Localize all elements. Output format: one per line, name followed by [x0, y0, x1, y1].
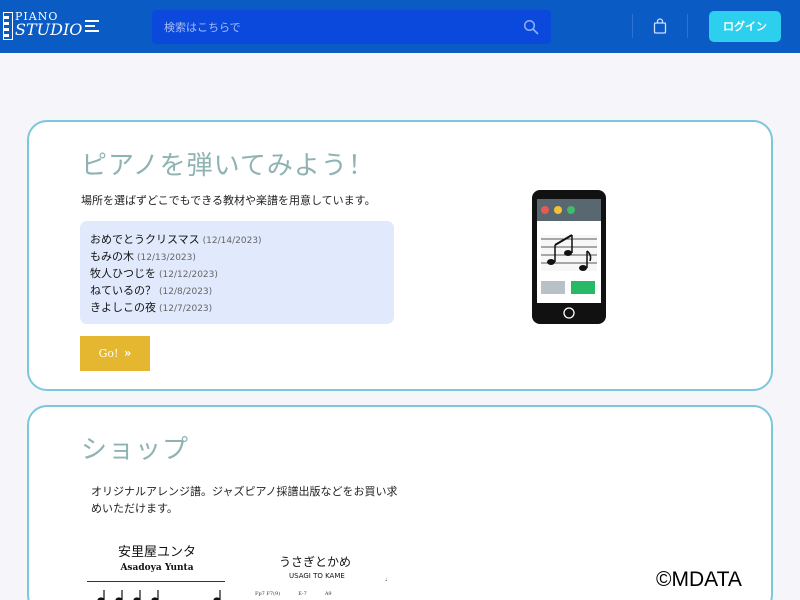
- chord-symbol: Fp7 F7(9): [255, 591, 281, 597]
- hero-description: 場所を選ばずどこでもできる教材や楽譜を用意しています。: [81, 194, 376, 207]
- double-chevron-right-icon: »: [123, 346, 132, 360]
- header-divider: [687, 14, 688, 38]
- search-icon[interactable]: [523, 19, 539, 35]
- shopping-bag-icon[interactable]: [653, 18, 667, 34]
- hero-card: ピアノを弾いてみよう！ 場所を選ばずどこでもできる教材や楽譜を用意しています。 …: [27, 120, 773, 391]
- copyright-watermark: ©MDATA: [656, 568, 742, 591]
- chord-symbol: A9: [324, 591, 332, 597]
- top-navbar: PIANO STUDIO ログイン: [0, 0, 800, 53]
- chord-symbol: E-7: [298, 591, 307, 597]
- song-date: (12/13/2023): [137, 253, 196, 263]
- sheet-title: 安里屋ユンタ: [117, 545, 196, 560]
- song-date: (12/7/2023): [159, 304, 213, 314]
- list-item[interactable]: おめでとうクリスマス (12/14/2023): [90, 232, 394, 249]
- piano-logo-icon: [3, 12, 13, 40]
- hamburger-menu-icon[interactable]: [85, 19, 101, 33]
- sheet-subtitle: Asadoya Yunta: [120, 563, 194, 573]
- login-button[interactable]: ログイン: [709, 11, 781, 42]
- song-date: (12/14/2023): [202, 236, 262, 246]
- song-title: ねているの？: [90, 284, 156, 297]
- logo-text-studio: STUDIO: [15, 20, 83, 39]
- tempo-marking: ♩: [385, 577, 388, 583]
- song-date: (12/12/2023): [159, 270, 218, 280]
- music-notes-icon: [97, 590, 221, 600]
- sheet-music-thumbnail[interactable]: うさぎとかめ USAGI TO KAME ♩ Fp7 F7(9) E-7 A9: [249, 553, 419, 600]
- sheet-subtitle: USAGI TO KAME: [289, 572, 345, 580]
- chord-symbols: Fp7 F7(9) E-7 A9: [255, 591, 350, 597]
- list-item[interactable]: もみの木 (12/13/2023): [90, 249, 394, 266]
- search-input[interactable]: [152, 10, 512, 44]
- go-button[interactable]: Go! »: [80, 336, 150, 371]
- list-item[interactable]: きよしこの夜 (12/7/2023): [90, 300, 394, 317]
- sheet-music-thumbnail[interactable]: 安里屋ユンタ Asadoya Yunta: [87, 541, 227, 600]
- shop-title: ショップ: [81, 435, 190, 465]
- smartphone-sheet-music-icon: [532, 190, 606, 324]
- piano-studio-logo[interactable]: PIANO STUDIO: [3, 9, 82, 43]
- song-title: もみの木: [90, 250, 134, 263]
- hero-title: ピアノを弾いてみよう！: [81, 151, 375, 181]
- song-title: おめでとうクリスマス: [90, 233, 200, 246]
- list-item[interactable]: 牧人ひつじを (12/12/2023): [90, 266, 394, 283]
- sheet-title: うさぎとかめ: [279, 555, 352, 569]
- song-title: 牧人ひつじを: [90, 267, 156, 280]
- song-title: きよしこの夜: [90, 301, 156, 314]
- search-bar: [152, 10, 551, 44]
- new-songs-list: おめでとうクリスマス (12/14/2023) もみの木 (12/13/2023) …: [80, 221, 394, 324]
- header-divider: [632, 14, 633, 38]
- list-item[interactable]: ねているの？ (12/8/2023): [90, 283, 394, 300]
- shop-description: オリジナルアレンジ譜。ジャズピアノ採譜出版などをお買い求めいただけます。: [91, 485, 398, 515]
- song-date: (12/8/2023): [159, 287, 213, 297]
- go-button-label: Go!: [98, 347, 119, 360]
